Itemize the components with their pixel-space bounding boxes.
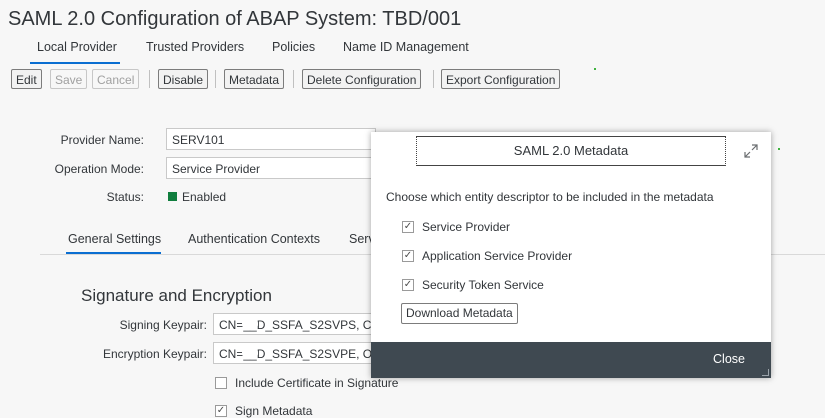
signing-keypair-label: Signing Keypair: xyxy=(119,318,207,332)
security-token-service-checkbox[interactable]: ✓ xyxy=(402,279,414,291)
sign-metadata-label: Sign Metadata xyxy=(235,404,313,418)
redaction-mark xyxy=(242,320,258,328)
toolbar-separator xyxy=(215,70,216,88)
tab-authentication-contexts[interactable]: Authentication Contexts xyxy=(188,232,320,246)
security-token-service-label: Security Token Service xyxy=(422,278,544,292)
decor-dot xyxy=(594,68,596,70)
tab-general-settings[interactable]: General Settings xyxy=(68,232,161,246)
toolbar-separator xyxy=(293,70,294,88)
encryption-keypair-field[interactable]: CN=__D_SSFA_S2SVPE, O xyxy=(213,342,383,364)
dialog-footer: Close xyxy=(371,342,771,378)
application-service-provider-checkbox[interactable]: ✓ xyxy=(402,250,414,262)
status-value: Enabled xyxy=(182,190,227,204)
export-configuration-button[interactable]: Export Configuration xyxy=(441,69,561,89)
operation-mode-label: Operation Mode: xyxy=(54,162,144,176)
toolbar-separator xyxy=(149,70,150,88)
encryption-keypair-label: Encryption Keypair: xyxy=(102,347,207,361)
provider-name-label: Provider Name: xyxy=(60,133,144,147)
status-indicator xyxy=(168,192,177,201)
service-provider-label: Service Provider xyxy=(422,220,511,234)
page-title: SAML 2.0 Configuration of ABAP System: T… xyxy=(8,8,462,30)
status-label: Status: xyxy=(106,190,144,204)
include-certificate-label: Include Certificate in Signature xyxy=(235,376,399,390)
dialog-title: SAML 2.0 Metadata xyxy=(416,136,726,166)
redaction-mark xyxy=(242,349,258,357)
resize-handle[interactable] xyxy=(762,369,769,376)
save-button[interactable]: Save xyxy=(50,69,88,89)
tab-local-provider[interactable]: Local Provider xyxy=(37,40,117,54)
expand-icon[interactable] xyxy=(744,144,758,158)
tab-trusted-providers[interactable]: Trusted Providers xyxy=(146,40,244,54)
download-metadata-button[interactable]: Download Metadata xyxy=(401,303,518,324)
tab-policies[interactable]: Policies xyxy=(272,40,315,54)
toolbar-separator xyxy=(433,70,434,88)
tab-name-id-management[interactable]: Name ID Management xyxy=(343,40,469,54)
provider-name-field[interactable]: SERV101 xyxy=(166,128,376,150)
main-tabs: Local Provider Trusted Providers Policie… xyxy=(0,38,825,64)
service-provider-checkbox[interactable]: ✓ xyxy=(402,221,414,233)
operation-mode-field[interactable]: Service Provider xyxy=(166,157,376,179)
disable-button[interactable]: Disable xyxy=(158,69,209,89)
delete-configuration-button[interactable]: Delete Configuration xyxy=(302,69,422,89)
active-tab-indicator xyxy=(30,62,120,64)
close-button[interactable]: Close xyxy=(713,352,745,366)
metadata-dialog: SAML 2.0 Metadata Choose which entity de… xyxy=(371,132,771,378)
sign-metadata-checkbox[interactable]: ✓ xyxy=(215,405,227,417)
cancel-button[interactable]: Cancel xyxy=(92,69,140,89)
dialog-header: SAML 2.0 Metadata xyxy=(371,132,771,172)
signature-section-title: Signature and Encryption xyxy=(81,286,272,305)
toolbar: Edit Save Cancel Disable Metadata Delete… xyxy=(0,68,825,94)
metadata-button[interactable]: Metadata xyxy=(224,69,285,89)
dialog-description: Choose which entity descriptor to be inc… xyxy=(386,190,714,204)
edit-button[interactable]: Edit xyxy=(11,69,42,89)
include-certificate-checkbox[interactable] xyxy=(215,377,227,389)
decor-dot xyxy=(778,148,780,150)
signing-keypair-field[interactable]: CN=__D_SSFA_S2SVPS, C xyxy=(213,313,383,335)
application-service-provider-label: Application Service Provider xyxy=(422,249,573,263)
active-subtab-indicator xyxy=(66,252,161,254)
